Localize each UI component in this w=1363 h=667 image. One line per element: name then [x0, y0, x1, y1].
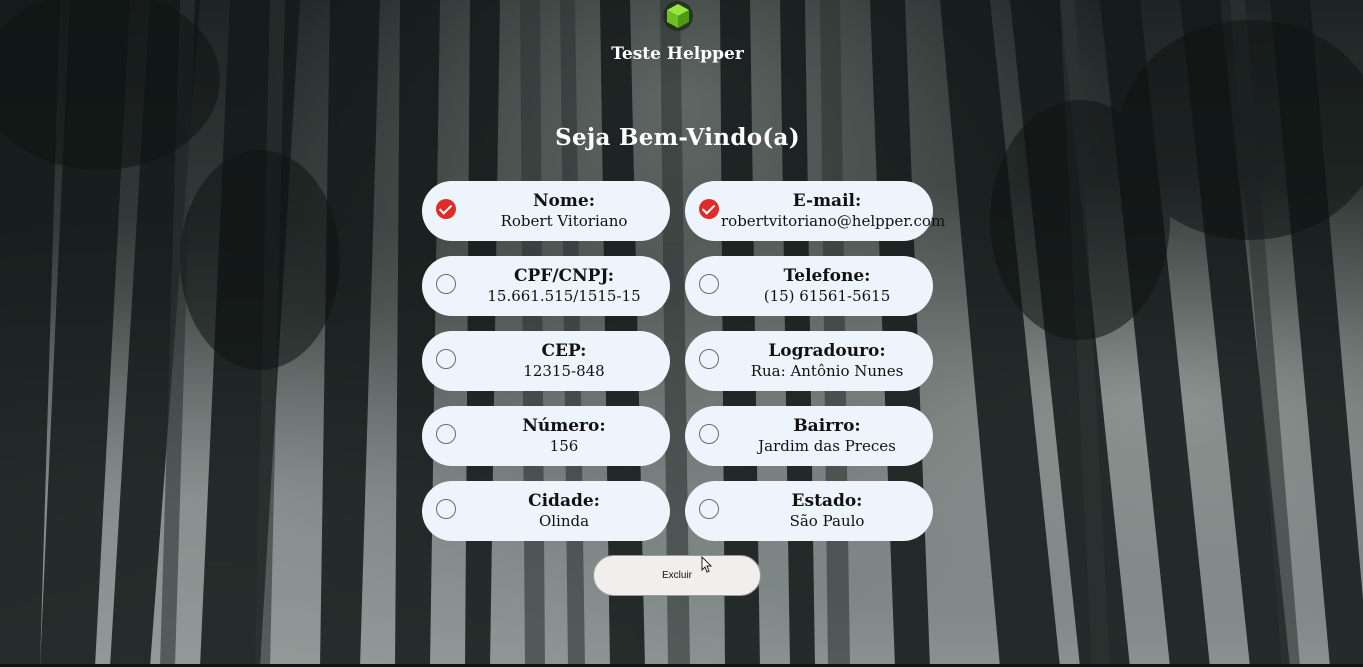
green-cube-icon: [662, 0, 694, 32]
field-card-cidade[interactable]: Cidade: Olinda: [422, 481, 670, 541]
radio-icon[interactable]: [436, 349, 456, 369]
field-value: robertvitoriano@helpper.com: [721, 212, 946, 230]
field-label: Número:: [522, 416, 606, 436]
field-value: 15.661.515/1515-15: [487, 287, 641, 305]
profile-fields-grid: Nome: Robert Vitoriano E-mail: robertvit…: [422, 181, 946, 541]
field-value: (15) 61561-5615: [763, 287, 891, 305]
field-card-email[interactable]: E-mail: robertvitoriano@helpper.com: [685, 181, 946, 241]
field-label: Estado:: [791, 491, 863, 511]
field-label: Telefone:: [783, 266, 871, 286]
radio-icon[interactable]: [436, 499, 456, 519]
field-label: CEP:: [541, 341, 587, 361]
brand-name: Teste Helpper: [611, 44, 744, 64]
field-card-estado[interactable]: Estado: São Paulo: [685, 481, 933, 541]
field-label: CPF/CNPJ:: [513, 266, 615, 286]
field-card-logradouro[interactable]: Logradouro: Rua: Antônio Nunes: [685, 331, 933, 391]
field-value: Robert Vitoriano: [500, 212, 628, 230]
check-radio-icon[interactable]: [699, 199, 719, 219]
field-label: Logradouro:: [768, 341, 886, 361]
field-card-nome[interactable]: Nome: Robert Vitoriano: [422, 181, 670, 241]
field-label: Nome:: [533, 191, 595, 211]
delete-button[interactable]: Excluir: [593, 555, 761, 596]
radio-icon[interactable]: [699, 424, 719, 444]
welcome-title: Seja Bem-Vindo(a): [555, 124, 800, 151]
field-card-cpf-cnpj[interactable]: CPF/CNPJ: 15.661.515/1515-15: [422, 256, 670, 316]
field-card-telefone[interactable]: Telefone: (15) 61561-5615: [685, 256, 933, 316]
field-label: Bairro:: [793, 416, 861, 436]
field-card-numero[interactable]: Número: 156: [422, 406, 670, 466]
radio-icon[interactable]: [436, 424, 456, 444]
radio-icon[interactable]: [699, 274, 719, 294]
radio-icon[interactable]: [436, 274, 456, 294]
field-value: Rua: Antônio Nunes: [750, 362, 904, 380]
mouse-cursor-icon: [701, 556, 713, 573]
radio-icon[interactable]: [699, 349, 719, 369]
field-label: Cidade:: [528, 491, 600, 511]
radio-icon[interactable]: [699, 499, 719, 519]
check-radio-icon[interactable]: [436, 199, 456, 219]
field-value: Jardim das Preces: [758, 437, 896, 455]
field-value: 12315-848: [523, 362, 605, 380]
field-value: Olinda: [538, 512, 590, 530]
field-value: 156: [549, 437, 579, 455]
field-card-cep[interactable]: CEP: 12315-848: [422, 331, 670, 391]
field-card-bairro[interactable]: Bairro: Jardim das Preces: [685, 406, 933, 466]
field-label: E-mail:: [792, 191, 862, 211]
field-value: São Paulo: [789, 512, 865, 530]
